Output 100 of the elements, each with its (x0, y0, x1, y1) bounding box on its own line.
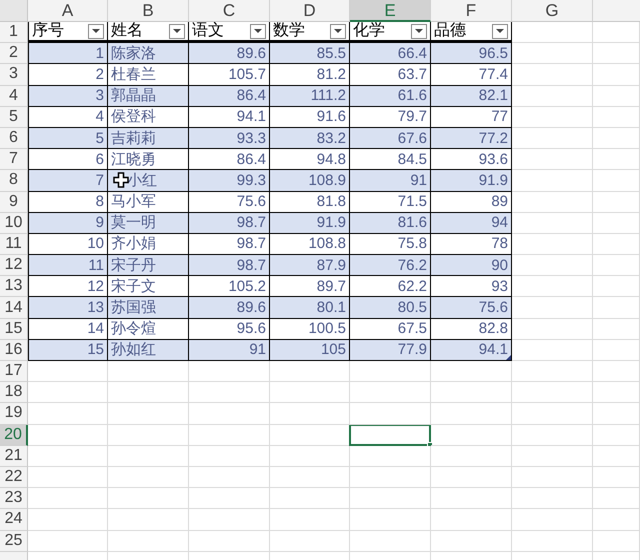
column-header[interactable]: E (350, 0, 431, 22)
row-header[interactable]: 6 (0, 128, 28, 150)
caret-icon (173, 29, 181, 34)
table-cell: 75.6 (478, 300, 508, 316)
table-cell: 98.7 (236, 236, 266, 252)
table-cell: 94 (491, 215, 508, 230)
table-cell: 105.7 (228, 66, 266, 82)
table-cell: 61.6 (398, 88, 427, 104)
table-cell: 89.7 (316, 278, 346, 294)
row-header[interactable]: 10 (0, 212, 28, 234)
column-heading: 姓名 (111, 23, 143, 40)
table-cell: 105.2 (228, 278, 266, 294)
row-header[interactable]: 24 (0, 509, 28, 530)
table-cell: 4 (96, 109, 104, 124)
row-header[interactable]: 12 (0, 255, 28, 276)
table-cell: 89.6 (236, 300, 266, 316)
table-cell: 86.4 (236, 152, 266, 167)
row-header[interactable]: 8 (0, 170, 28, 192)
table-cell: 江晓勇 (111, 152, 156, 167)
table-cell: 78 (491, 236, 508, 252)
table-cell: 3 (96, 88, 104, 104)
table-cell: 91.6 (316, 109, 346, 124)
table-cell: 吉莉莉 (111, 130, 156, 146)
table-cell: 郭晶晶 (111, 88, 156, 104)
filter-dropdown-button[interactable] (411, 24, 427, 39)
row-header[interactable]: 25 (0, 530, 28, 552)
column-header[interactable]: B (108, 0, 189, 22)
table-cell: 苏国强 (111, 300, 156, 316)
table-cell: 13 (87, 300, 104, 316)
column-header[interactable]: A (28, 0, 108, 22)
row-header[interactable]: 14 (0, 297, 28, 319)
row-header[interactable]: 23 (0, 488, 28, 510)
table-cell: 1 (96, 46, 104, 61)
row-header[interactable]: 16 (0, 340, 28, 361)
filter-dropdown-button[interactable] (250, 24, 266, 39)
row-header[interactable]: 3 (0, 64, 28, 86)
caret-icon (92, 29, 100, 34)
row-header[interactable]: 20 (0, 424, 28, 446)
row-header[interactable]: 15 (0, 318, 28, 340)
resize-handle-icon[interactable] (506, 355, 511, 360)
table-cell: 94.8 (316, 152, 346, 167)
table-cell: 93 (491, 278, 508, 294)
row-header[interactable]: 2 (0, 43, 28, 64)
filter-dropdown-button[interactable] (492, 24, 508, 39)
column-header[interactable] (593, 0, 640, 22)
filter-dropdown-button[interactable] (330, 24, 346, 39)
table-cell: 91 (249, 342, 266, 358)
table-cell: 81.8 (316, 194, 346, 210)
table-cell: 93.6 (478, 152, 508, 167)
filter-dropdown-button[interactable] (88, 24, 104, 39)
row-header[interactable]: 9 (0, 192, 28, 213)
row-header[interactable]: 7 (0, 149, 28, 170)
table-cell: 7 (96, 172, 104, 188)
table-cell: 100.5 (308, 321, 346, 336)
table-cell: 98.7 (236, 258, 266, 273)
filter-dropdown-button[interactable] (169, 24, 185, 39)
row-header[interactable]: 21 (0, 446, 28, 467)
table-cell: 宋子丹 (111, 258, 156, 273)
table-cell: 63.7 (398, 66, 427, 82)
table-cell: 宋子文 (111, 278, 156, 294)
column-heading: 数学 (273, 23, 305, 40)
table-cell: 108.8 (308, 236, 346, 252)
table-cell: 陈家洛 (111, 46, 156, 61)
row-header[interactable]: 17 (0, 361, 28, 382)
table-cell: 77.9 (398, 342, 427, 358)
table-cell: 81.6 (398, 215, 427, 230)
table-cell: 马小军 (111, 194, 156, 210)
row-header[interactable]: 11 (0, 234, 28, 256)
select-all-button[interactable] (0, 0, 28, 22)
table-cell: 91.9 (316, 215, 346, 230)
table-cell-text: 小红 (126, 172, 157, 188)
table-cell: 杜春兰 (111, 66, 156, 82)
table-cell: 84.5 (398, 152, 427, 167)
column-header[interactable]: D (270, 0, 350, 22)
row-header[interactable]: 1 (0, 22, 28, 44)
row-header[interactable]: 4 (0, 86, 28, 107)
table-cell: 71.5 (398, 194, 427, 210)
table-cell: 2 (96, 66, 104, 82)
table-cell: 83.2 (316, 130, 346, 146)
column-header[interactable]: C (189, 0, 270, 22)
table-cell: 105 (320, 342, 346, 358)
table-cell: 91.9 (478, 172, 508, 188)
table-cell: 77.2 (478, 130, 508, 146)
row-header[interactable]: 13 (0, 276, 28, 298)
table-cell: 80.1 (316, 300, 346, 316)
column-header[interactable]: F (431, 0, 512, 22)
table-cell: 80.5 (398, 300, 427, 316)
table-cell: 111.2 (310, 88, 346, 104)
table-cell: 9 (96, 215, 104, 230)
table-cell: 108.9 (308, 172, 346, 188)
table-cell: 86.4 (236, 88, 266, 104)
row-header[interactable]: 19 (0, 403, 28, 425)
table-cell: 75.8 (398, 236, 427, 252)
table-cell: 85.5 (316, 46, 346, 61)
column-header[interactable]: G (512, 0, 593, 22)
table-cell: 82.8 (478, 321, 508, 336)
table-cell: 77.4 (478, 66, 508, 82)
row-header[interactable]: 18 (0, 382, 28, 404)
row-header[interactable]: 22 (0, 466, 28, 488)
row-header[interactable]: 5 (0, 106, 28, 128)
